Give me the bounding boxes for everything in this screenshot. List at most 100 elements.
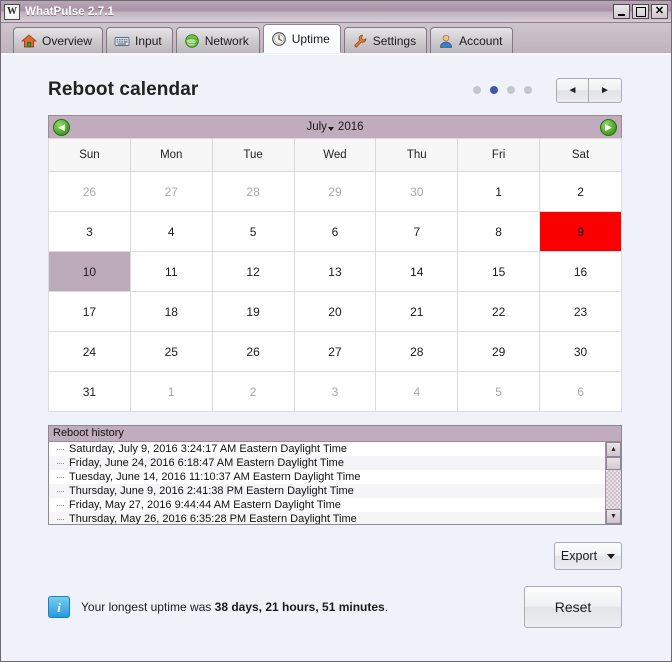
calendar-week-row: 3456789	[48, 211, 622, 252]
calendar-day-cell[interactable]: 27	[293, 331, 377, 372]
calendar-day-cell[interactable]: 19	[211, 291, 295, 332]
maximize-button[interactable]	[632, 4, 649, 19]
history-scrollbar[interactable]: ▲ ▼	[605, 442, 621, 524]
page-indicator	[473, 86, 532, 94]
calendar-day-cell[interactable]: 28	[211, 171, 295, 212]
calendar-day-cell[interactable]: 25	[129, 331, 213, 372]
page-dot-4[interactable]	[524, 86, 532, 94]
reboot-history-list[interactable]: Saturday, July 9, 2016 3:24:17 AM Easter…	[49, 442, 605, 524]
page-header: Reboot calendar ◄ ►	[48, 65, 622, 115]
calendar-day-cell[interactable]: 20	[293, 291, 377, 332]
calendar-day-cell[interactable]: 15	[457, 251, 541, 292]
calendar-day-cell[interactable]: 1	[457, 171, 541, 212]
tab-network[interactable]: Network	[175, 27, 260, 53]
reboot-history-item[interactable]: Friday, June 24, 2016 6:18:47 AM Eastern…	[49, 456, 605, 470]
reboot-history-item[interactable]: Saturday, July 9, 2016 3:24:17 AM Easter…	[49, 442, 605, 456]
tab-input[interactable]: Input	[106, 27, 173, 53]
export-button[interactable]: Export	[554, 542, 622, 570]
calendar-day-cell[interactable]: 27	[129, 171, 213, 212]
calendar-day-cell[interactable]: 10	[48, 251, 131, 292]
page-dot-3[interactable]	[507, 86, 515, 94]
status-suffix: .	[384, 600, 389, 614]
calendar-day-cell[interactable]: 9	[539, 211, 622, 252]
tab-account[interactable]: Account	[430, 27, 514, 53]
minimize-button[interactable]	[613, 4, 630, 19]
close-button[interactable]: ✕	[651, 4, 668, 19]
tab-overview[interactable]: Overview	[13, 27, 104, 53]
page-dot-1[interactable]	[473, 86, 481, 94]
calendar-day-cell[interactable]: 4	[375, 371, 459, 412]
calendar-day-cell[interactable]: 31	[48, 371, 131, 412]
calendar-day-cell[interactable]: 16	[539, 251, 622, 292]
scrollbar-thumb[interactable]	[606, 457, 621, 470]
panel-inner: Reboot calendar ◄ ► ◀ July 2016 ▶ Sun Mo…	[48, 55, 622, 660]
app-logo-icon: W	[4, 3, 20, 20]
calendar-day-cell[interactable]: 29	[293, 171, 377, 212]
calendar-week-row: 10 11 12 13 14 15 16	[48, 251, 622, 292]
calendar-day-cell[interactable]: 29	[457, 331, 541, 372]
tab-account-label: Account	[459, 33, 503, 48]
calendar-day-cell[interactable]: 11	[129, 251, 213, 292]
calendar-day-cell[interactable]: 3	[48, 211, 131, 252]
calendar-day-cell[interactable]: 2	[211, 371, 295, 412]
person-icon	[440, 34, 453, 48]
weekday-mon: Mon	[129, 138, 213, 172]
scroll-down-button[interactable]: ▼	[606, 509, 621, 524]
calendar-day-cell[interactable]: 21	[375, 291, 459, 332]
reset-button-label: Reset	[554, 599, 592, 615]
reset-button[interactable]: Reset	[524, 586, 622, 628]
calendar-day-cell[interactable]: 26	[211, 331, 295, 372]
globe-icon	[184, 33, 199, 48]
month-dropdown[interactable]: July	[306, 121, 334, 133]
calendar-day-cell[interactable]: 4	[129, 211, 213, 252]
weekday-sun: Sun	[48, 138, 131, 172]
tab-uptime[interactable]: Uptime	[262, 24, 341, 53]
tab-settings[interactable]: Settings	[343, 27, 428, 53]
calendar-day-cell[interactable]: 28	[375, 331, 459, 372]
calendar-day-cell[interactable]: 30	[375, 171, 459, 212]
reboot-history-item[interactable]: Thursday, June 9, 2016 2:41:38 PM Easter…	[49, 484, 605, 498]
tab-input-label: Input	[135, 33, 162, 48]
clock-icon	[271, 31, 286, 46]
calendar-week-row: 17 18 19 20 21 22 23	[48, 291, 622, 332]
previous-month-icon[interactable]: ◀	[53, 118, 70, 136]
calendar-day-cell[interactable]: 5	[457, 371, 541, 412]
calendar-day-cell[interactable]: 12	[211, 251, 295, 292]
calendar-day-cell[interactable]: 17	[48, 291, 131, 332]
calendar-day-cell[interactable]: 13	[293, 251, 377, 292]
scroll-up-button[interactable]: ▲	[606, 442, 621, 457]
calendar-day-cell[interactable]: 23	[539, 291, 622, 332]
uptime-panel: Reboot calendar ◄ ► ◀ July 2016 ▶ Sun Mo…	[2, 54, 670, 660]
calendar-day-cell[interactable]: 6	[539, 371, 622, 412]
calendar-day-cell[interactable]: 6	[293, 211, 377, 252]
weekday-thu: Thu	[375, 138, 459, 172]
page-dot-2[interactable]	[490, 86, 498, 94]
prev-page-button[interactable]: ◄	[556, 77, 589, 103]
info-icon: i	[48, 596, 70, 618]
reboot-history-item[interactable]: Friday, May 27, 2016 9:44:44 AM Eastern …	[49, 498, 605, 512]
calendar-day-cell[interactable]: 7	[375, 211, 459, 252]
reboot-history-item[interactable]: Thursday, May 26, 2016 6:35:28 PM Easter…	[49, 512, 605, 524]
tab-settings-label: Settings	[372, 33, 417, 48]
calendar-day-cell[interactable]: 26	[48, 171, 131, 212]
reboot-history-item[interactable]: Tuesday, June 14, 2016 11:10:37 AM Easte…	[49, 470, 605, 484]
calendar-day-cell[interactable]: 14	[375, 251, 459, 292]
calendar-day-cell[interactable]: 24	[48, 331, 131, 372]
calendar-day-cell[interactable]: 5	[211, 211, 295, 252]
reboot-history-body: Saturday, July 9, 2016 3:24:17 AM Easter…	[49, 442, 621, 524]
calendar-body: 26 27 28 29 30 1 2 3 4 5 6 7 8 9 10 11 12 13 14 15 16 17 18 19 2…	[48, 171, 622, 412]
scrollbar-track[interactable]	[606, 470, 621, 509]
calendar-day-cell[interactable]: 1	[129, 371, 213, 412]
calendar-day-cell[interactable]: 3	[293, 371, 377, 412]
next-page-button[interactable]: ►	[589, 77, 622, 103]
calendar-day-cell[interactable]: 22	[457, 291, 541, 332]
calendar-day-cell[interactable]: 2	[539, 171, 622, 212]
calendar-week-row: 24 25 26 27 28 29 30	[48, 331, 622, 372]
calendar-day-cell[interactable]: 8	[457, 211, 541, 252]
next-month-icon[interactable]: ▶	[600, 118, 617, 136]
calendar-day-cell[interactable]: 18	[129, 291, 213, 332]
calendar-day-cell[interactable]: 30	[539, 331, 622, 372]
window-title: WhatPulse 2.7.1	[25, 5, 115, 18]
calendar-year-label[interactable]: 2016	[338, 121, 364, 133]
calendar-header: ◀ July 2016 ▶	[48, 115, 622, 138]
